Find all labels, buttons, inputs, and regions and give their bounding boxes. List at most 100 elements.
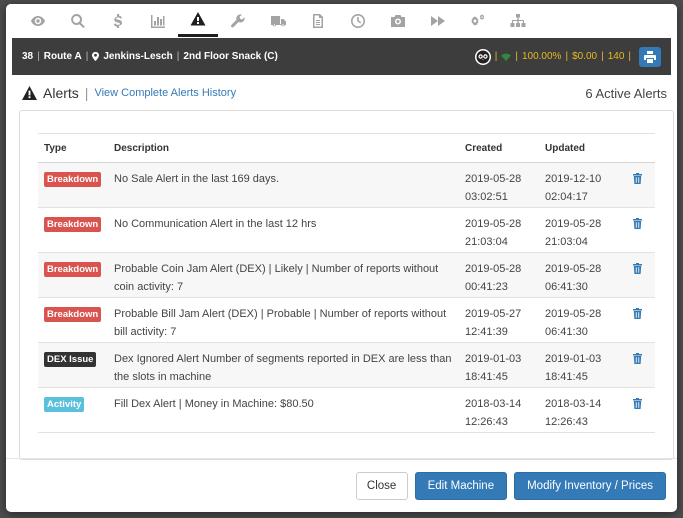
trash-icon[interactable] (633, 308, 642, 319)
cell-created: 2019-05-27 12:41:39 (459, 297, 539, 343)
cell-updated: 2018-03-14 12:26:43 (539, 387, 627, 433)
trash-icon[interactable] (633, 263, 642, 274)
search-icon (71, 13, 85, 28)
column-header-actions (627, 133, 655, 163)
cell-description: Probable Coin Jam Alert (DEX) | Likely |… (108, 252, 459, 298)
updated-time: 18:41:45 (545, 371, 588, 383)
alerts-panel: Type Description Created Updated Breakdo… (19, 110, 674, 460)
separator: | (494, 51, 498, 62)
owl-icon (474, 48, 491, 65)
created-date: 2018-03-14 (465, 398, 522, 410)
separator: | (176, 51, 180, 62)
cell-created: 2018-03-14 12:26:43 (459, 387, 539, 433)
table-header-row: Type Description Created Updated (38, 133, 655, 163)
cell-type: Activity (38, 387, 108, 433)
machine-id: 38 (22, 51, 34, 62)
cell-actions (627, 207, 655, 253)
cell-description: Probable Bill Jam Alert (DEX) | Probable… (108, 297, 459, 343)
print-icon (644, 50, 656, 63)
created-time: 00:41:23 (465, 281, 508, 293)
cell-type: Breakdown (38, 297, 108, 343)
table-row: Breakdown No Sale Alert in the last 169 d… (38, 162, 655, 208)
column-header-updated: Updated (539, 133, 627, 163)
created-date: 2019-05-28 (465, 173, 522, 185)
updated-time: 21:03:04 (545, 236, 588, 248)
modify-inventory-button[interactable]: Modify Inventory / Prices (514, 471, 666, 500)
separator: | (601, 51, 604, 62)
machine-modal: 38 | Route A | Jenkins-Lesch | 2nd Floor… (6, 4, 677, 512)
updated-time: 02:04:17 (545, 191, 588, 203)
route-name: Route A (43, 51, 82, 62)
tab-alerts[interactable] (178, 4, 218, 37)
modal-footer: Close Edit Machine Modify Inventory / Pr… (6, 458, 677, 512)
alerts-header: Alerts | View Complete Alerts History 6 … (22, 82, 667, 104)
column-header-type: Type (38, 133, 108, 163)
updated-date: 2018-03-14 (545, 398, 602, 410)
trash-icon[interactable] (633, 173, 642, 184)
alerts-history-link[interactable]: View Complete Alerts History (94, 87, 236, 99)
document-icon (313, 13, 323, 28)
cell-actions (627, 252, 655, 298)
created-date: 2019-05-28 (465, 218, 522, 230)
trash-icon[interactable] (633, 398, 642, 409)
column-header-created: Created (459, 133, 539, 163)
cell-created: 2019-05-28 03:02:51 (459, 162, 539, 208)
edit-machine-button[interactable]: Edit Machine (414, 471, 508, 500)
close-button[interactable]: Close (355, 471, 408, 500)
location-name: Jenkins-Lesch (103, 51, 173, 62)
alert-type-badge: Breakdown (44, 172, 102, 187)
cell-created: 2019-05-28 00:41:23 (459, 252, 539, 298)
tab-hierarchy[interactable] (498, 4, 538, 37)
tab-search[interactable] (58, 4, 98, 37)
cell-type: DEX Issue (38, 342, 108, 388)
dollar-icon (113, 13, 122, 28)
table-row: DEX Issue Dex Ignored Alert Number of seg… (38, 342, 655, 388)
tab-dollar[interactable] (98, 4, 138, 37)
cell-description: Dex Ignored Alert Number of segments rep… (108, 342, 459, 388)
cell-actions (627, 162, 655, 208)
cell-description: No Sale Alert in the last 169 days. (108, 162, 459, 208)
stat-percent: 100.00% (521, 51, 562, 62)
cell-created: 2019-01-03 18:41:45 (459, 342, 539, 388)
tab-reports[interactable] (138, 4, 178, 37)
table-row: Breakdown Probable Coin Jam Alert (DEX) |… (38, 252, 655, 298)
updated-time: 12:26:43 (545, 416, 588, 428)
eye-icon (31, 15, 45, 26)
alert-type-badge: DEX Issue (44, 352, 97, 367)
cell-description: No Communication Alert in the last 12 hr… (108, 207, 459, 253)
updated-date: 2019-01-03 (545, 353, 602, 365)
tab-history[interactable] (338, 4, 378, 37)
tab-service[interactable] (218, 4, 258, 37)
tab-delivery[interactable] (258, 4, 298, 37)
column-header-description: Description (108, 133, 459, 163)
machine-info-bar: 38 | Route A | Jenkins-Lesch | 2nd Floor… (12, 38, 671, 75)
map-marker-icon (92, 52, 100, 61)
tab-documents[interactable] (298, 4, 338, 37)
trash-icon[interactable] (633, 218, 642, 229)
created-date: 2019-05-28 (465, 263, 522, 275)
created-time: 12:26:43 (465, 416, 508, 428)
bar-chart-icon (151, 14, 165, 28)
cell-actions (627, 342, 655, 388)
created-time: 21:03:04 (465, 236, 508, 248)
cell-updated: 2019-01-03 18:41:45 (539, 342, 627, 388)
cell-description: Fill Dex Alert | Money in Machine: $80.5… (108, 387, 459, 433)
trash-icon[interactable] (633, 353, 642, 364)
tab-settings[interactable] (458, 4, 498, 37)
created-time: 03:02:51 (465, 191, 508, 203)
alerts-table-body: Breakdown No Sale Alert in the last 169 d… (38, 162, 655, 433)
updated-date: 2019-12-10 (545, 173, 602, 185)
table-row: Breakdown No Communication Alert in the l… (38, 207, 655, 253)
tab-eye[interactable] (18, 4, 58, 37)
wrench-icon (231, 13, 245, 27)
cell-updated: 2019-05-28 06:41:30 (539, 252, 627, 298)
updated-date: 2019-05-28 (545, 263, 602, 275)
machine-toolbar (6, 4, 677, 37)
tab-forward[interactable] (418, 4, 458, 37)
tab-photos[interactable] (378, 4, 418, 37)
created-time: 18:41:45 (465, 371, 508, 383)
alerts-title: Alerts (43, 85, 79, 101)
separator: | (515, 51, 518, 62)
cell-updated: 2019-12-10 02:04:17 (539, 162, 627, 208)
print-button[interactable] (639, 46, 661, 67)
